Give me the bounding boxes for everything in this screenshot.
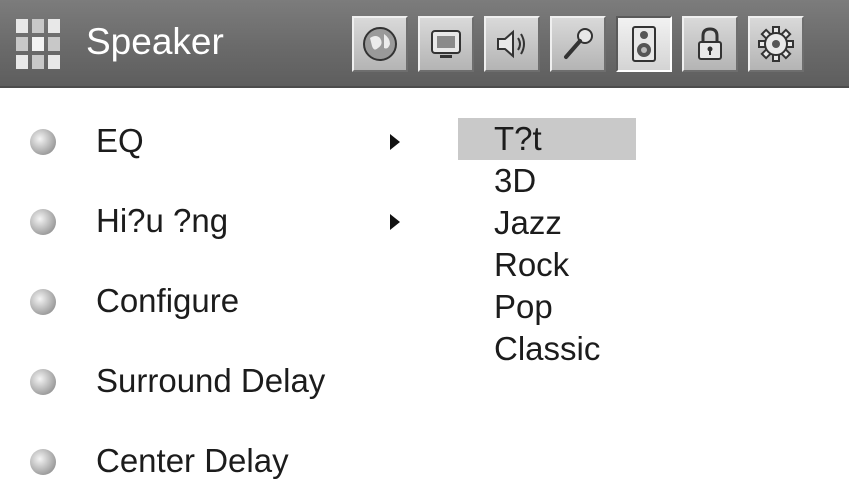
menu-item-label: Hi?u ?ng <box>96 202 229 239</box>
menu-item-configure[interactable]: Configure <box>0 272 440 332</box>
menu-item-center-delay[interactable]: Center Delay <box>0 432 440 492</box>
menu-item-label: Surround Delay <box>96 362 326 399</box>
tab-lock[interactable] <box>682 16 738 72</box>
page-title: Speaker <box>86 21 224 62</box>
submenu-item-jazz[interactable]: Jazz <box>458 202 636 244</box>
bullet-icon <box>30 369 56 395</box>
gear-icon <box>758 26 794 62</box>
tv-icon <box>431 30 461 58</box>
menu-item-label: Center Delay <box>96 442 289 479</box>
speaker-icon <box>632 26 656 62</box>
eq-submenu: T?t 3D Jazz Rock Pop Classic <box>458 118 658 370</box>
submenu-arrow-icon <box>390 214 400 230</box>
menu-item-eq[interactable]: EQ <box>0 112 440 172</box>
audio-icon <box>497 29 525 59</box>
submenu-item-off[interactable]: T?t <box>458 118 636 160</box>
globe-icon <box>363 27 397 61</box>
submenu-item-3d[interactable]: 3D <box>458 160 636 202</box>
bullet-icon <box>30 449 56 475</box>
microphone-icon <box>564 28 593 59</box>
bullet-icon <box>30 129 56 155</box>
submenu-arrow-icon <box>390 134 400 150</box>
submenu-item-classic[interactable]: Classic <box>458 328 636 370</box>
lock-icon <box>698 27 722 60</box>
bullet-icon <box>30 209 56 235</box>
tab-speaker[interactable] <box>616 16 672 72</box>
tab-microphone[interactable] <box>550 16 606 72</box>
menu-item-effects[interactable]: Hi?u ?ng <box>0 192 440 252</box>
speaker-settings-icon <box>16 19 60 69</box>
tab-tv[interactable] <box>418 16 474 72</box>
menu-item-label: EQ <box>96 122 144 159</box>
submenu-item-pop[interactable]: Pop <box>458 286 636 328</box>
submenu-item-rock[interactable]: Rock <box>458 244 636 286</box>
tab-globe[interactable] <box>352 16 408 72</box>
menu-item-surround-delay[interactable]: Surround Delay <box>0 352 440 412</box>
tab-settings[interactable] <box>748 16 804 72</box>
title-bar: Speaker <box>0 0 849 88</box>
bullet-icon <box>30 289 56 315</box>
menu-item-label: Configure <box>96 282 240 319</box>
tab-audio[interactable] <box>484 16 540 72</box>
